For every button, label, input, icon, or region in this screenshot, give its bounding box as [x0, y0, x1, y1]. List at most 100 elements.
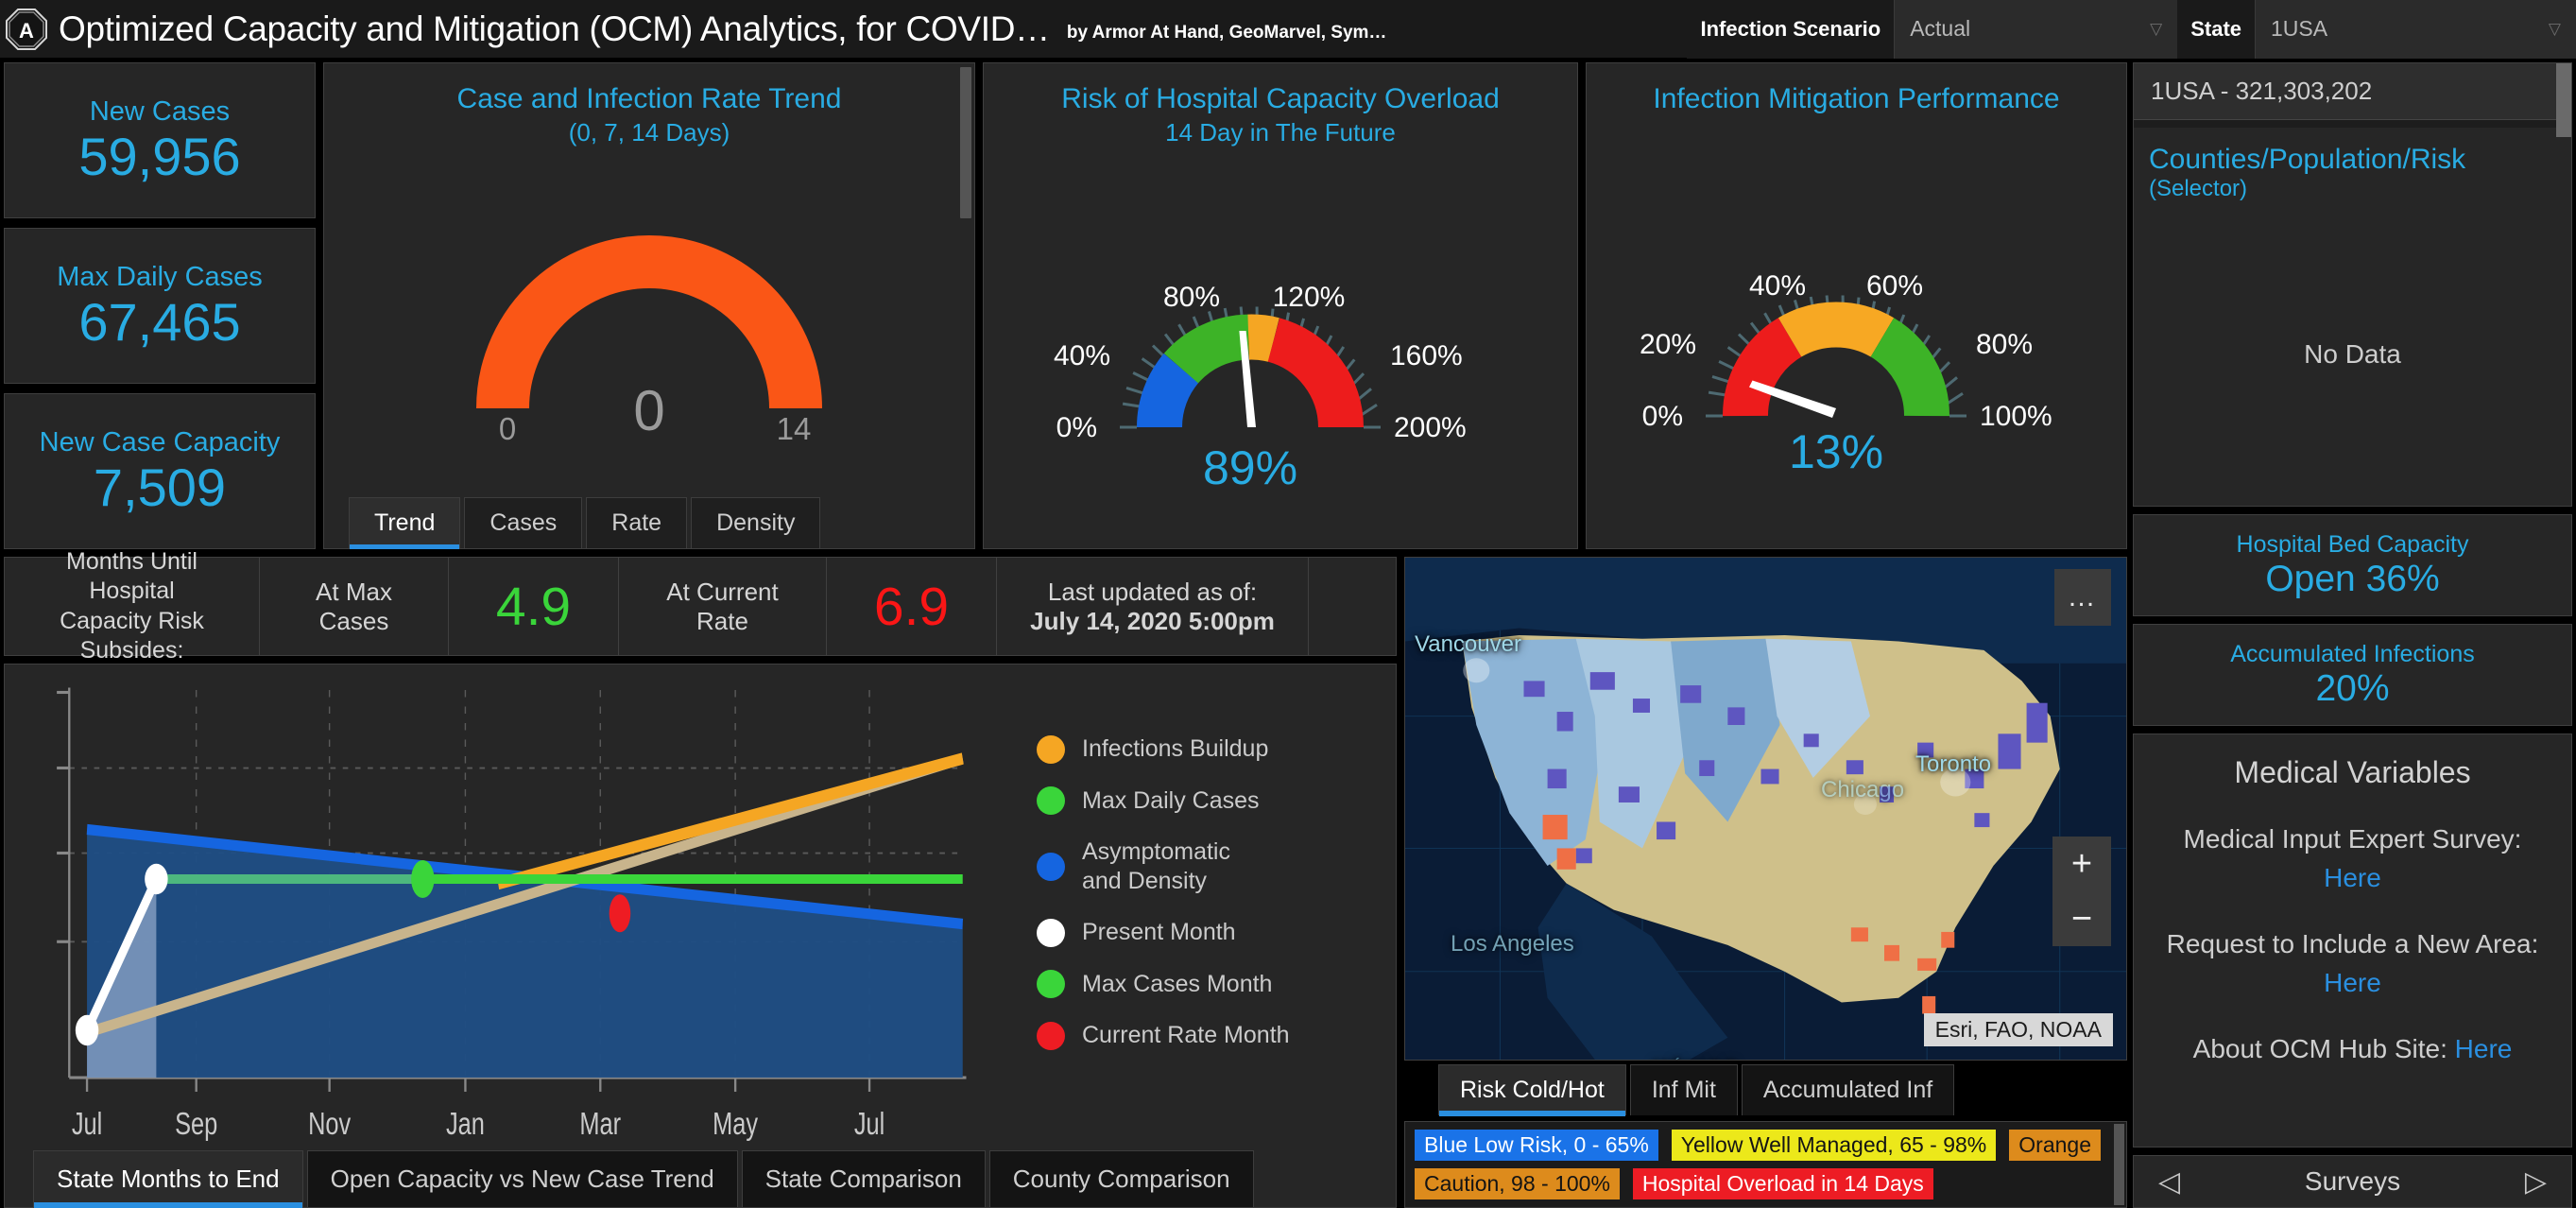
zoom-out-button[interactable]: − [2052, 891, 2111, 946]
tab-density[interactable]: Density [691, 497, 821, 548]
marker-max-cases-month [411, 860, 435, 898]
selector-no-data: No Data [2304, 338, 2401, 369]
map-legend-badge: Caution, 98 - 100% [1415, 1167, 1620, 1199]
x-tick-label: Mar [579, 1107, 621, 1142]
legend-swatch-icon [1037, 852, 1065, 881]
medical-survey-link[interactable]: Here [2324, 863, 2381, 892]
mit-tick-20: 20% [1639, 329, 1695, 360]
at-current-rate-value-cell: 6.9 [827, 558, 997, 655]
request-area-row: Request to Include a New Area: Here [2167, 925, 2539, 1002]
pager-next-icon[interactable]: ▷ [2525, 1165, 2547, 1199]
legend-label: Max Cases Month [1082, 970, 1273, 997]
zoom-in-button[interactable]: + [2052, 837, 2111, 891]
legend-item-present-month: Present Month [1037, 918, 1396, 947]
legend-swatch-icon [1037, 734, 1065, 764]
last-updated-value: July 14, 2020 5:00pm [1030, 606, 1275, 635]
page-title: Optimized Capacity and Mitigation (OCM) … [59, 9, 1050, 48]
tab-inf-mit[interactable]: Inf Mit [1629, 1064, 1738, 1115]
selector-header[interactable]: 1USA - 321,303,202 [2134, 63, 2571, 120]
at-max-cases-label-cell: At Max Cases [260, 558, 449, 655]
trend-panel-tabs: Trend Cases Rate Density [324, 497, 974, 549]
legend-swatch-icon [1037, 1021, 1065, 1050]
map-column: Vancouver Toronto Chicago Los Angeles MÉ… [1404, 557, 2127, 1208]
risk-tick-80: 80% [1163, 282, 1220, 313]
map-legend-scrollbar[interactable] [2114, 1124, 2124, 1205]
trend-panel-title: Case and Infection Rate Trend [456, 83, 842, 114]
infection-scenario-label: Infection Scenario [1687, 0, 1895, 59]
medical-variables-panel: Medical Variables Medical Input Expert S… [2133, 733, 2572, 1148]
medical-survey-row: Medical Input Expert Survey: Here [2184, 820, 2522, 897]
trend-gauge-value: 0 [633, 379, 664, 441]
accumulated-infections-card: Accumulated Infections 20% [2133, 624, 2572, 726]
accumulated-label: Accumulated Infections [2230, 640, 2475, 667]
legend-label: Max Daily Cases [1082, 786, 1260, 814]
tab-risk-cold-hot[interactable]: Risk Cold/Hot [1438, 1064, 1626, 1116]
map-tabs: Risk Cold/Hot Inf Mit Accumulated Inf [1404, 1061, 2127, 1116]
tab-cases[interactable]: Cases [464, 497, 583, 548]
kpi-value: 7,509 [93, 457, 227, 517]
tab-open-capacity-vs-new-case-trend[interactable]: Open Capacity vs New Case Trend [306, 1150, 738, 1207]
mitigation-gauge: 0% 20% 40% 60% 80% 100% 13% [1587, 117, 2126, 548]
tab-rate[interactable]: Rate [586, 497, 688, 548]
bed-capacity-label: Hospital Bed Capacity [2236, 530, 2469, 558]
about-hub-link[interactable]: Here [2455, 1034, 2513, 1063]
x-tick-label: Jan [446, 1107, 485, 1142]
infection-scenario-select[interactable]: Actual ▽ [1894, 0, 2178, 59]
about-hub-row: About OCM Hub Site: Here [2193, 1030, 2513, 1069]
right-sidebar: 1USA - 321,303,202 Counties/Population/R… [2133, 62, 2572, 1208]
marker-current-rate-month [609, 894, 631, 933]
chart-area: Jul Sep Nov Jan Mar May Jul Infections B… [5, 664, 1396, 1148]
chart-column: Months Until Hospital Capacity Risk Subs… [4, 548, 1397, 1208]
map-legend: Blue Low Risk, 0 - 65% Yellow Well Manag… [1404, 1121, 2127, 1208]
legend-item-max-daily-cases: Max Daily Cases [1037, 786, 1396, 816]
app-header: A Optimized Capacity and Mitigation (OCM… [0, 0, 2576, 59]
x-tick-label: Nov [308, 1107, 351, 1142]
risk-panel-title: Risk of Hospital Capacity Overload [1061, 83, 1500, 114]
tab-state-months-to-end[interactable]: State Months to End [33, 1150, 303, 1208]
risk-of-hospital-capacity-overload-panel: Risk of Hospital Capacity Overload 14 Da… [983, 62, 1578, 549]
map-options-button[interactable]: … [2054, 569, 2111, 626]
state-months-to-end-chart-panel: Jul Sep Nov Jan Mar May Jul Infections B… [4, 664, 1397, 1208]
kpi-label: Max Daily Cases [57, 261, 263, 292]
selector-title: Counties/Population/Risk [2149, 144, 2466, 175]
kpi-label: New Case Capacity [39, 426, 281, 457]
tab-state-comparison[interactable]: State Comparison [741, 1150, 986, 1207]
lower-row: Months Until Hospital Capacity Risk Subs… [4, 548, 2127, 1208]
risk-tick-40: 40% [1054, 340, 1110, 371]
case-infection-rate-trend-panel: Case and Infection Rate Trend (0, 7, 14 … [323, 62, 975, 549]
at-current-rate-value: 6.9 [873, 576, 950, 637]
map-zoom-controls: + − [2052, 837, 2111, 946]
state-select[interactable]: 1USA ▽ [2255, 0, 2576, 59]
x-tick-label: May [713, 1107, 758, 1142]
strip-label-line2: Capacity Risk Subsides: [60, 607, 204, 664]
kpi-card-new-case-capacity: New Case Capacity 7,509 [4, 393, 316, 549]
marker-present-month [145, 863, 168, 895]
kpi-value: 59,956 [78, 126, 241, 186]
last-updated-label: Last updated as of: [1047, 577, 1258, 606]
dashboard-root: A Optimized Capacity and Mitigation (OCM… [0, 0, 2576, 1208]
infection-scenario-value: Actual [1910, 16, 1971, 41]
us-risk-map[interactable]: Vancouver Toronto Chicago Los Angeles MÉ… [1404, 557, 2127, 1061]
about-hub-label: About OCM Hub Site: [2192, 1034, 2455, 1064]
at-max-cases-value-cell: 4.9 [449, 558, 619, 655]
tab-county-comparison[interactable]: County Comparison [988, 1150, 1254, 1207]
at-current-rate-label: At Current Rate [666, 577, 779, 635]
at-max-cases-value: 4.9 [495, 576, 572, 637]
mit-tick-0: 0% [1641, 401, 1682, 432]
line-chart: Jul Sep Nov Jan Mar May Jul [5, 664, 1018, 1148]
kpi-column: New Cases 59,956 Max Daily Cases 67,465 … [4, 62, 316, 549]
pager-prev-icon[interactable]: ◁ [2158, 1165, 2180, 1199]
at-current-rate-label-cell: At Current Rate [619, 558, 827, 655]
trend-gauge: 0 14 0 [324, 149, 974, 497]
strip-empty-cell [1309, 558, 1396, 655]
legend-swatch-icon [1037, 970, 1065, 998]
request-area-link[interactable]: Here [2324, 968, 2381, 997]
top-row: New Cases 59,956 Max Daily Cases 67,465 … [4, 62, 2127, 549]
state-value: 1USA [2271, 16, 2328, 41]
tab-trend[interactable]: Trend [349, 497, 461, 549]
legend-label: Present Month [1082, 919, 1236, 946]
legend-label: Current Rate Month [1082, 1022, 1290, 1049]
request-area-label: Request to Include a New Area: [2166, 929, 2539, 959]
tab-accumulated-inf[interactable]: Accumulated Inf [1741, 1064, 1955, 1115]
selector-scrollbar[interactable] [2556, 63, 2571, 137]
